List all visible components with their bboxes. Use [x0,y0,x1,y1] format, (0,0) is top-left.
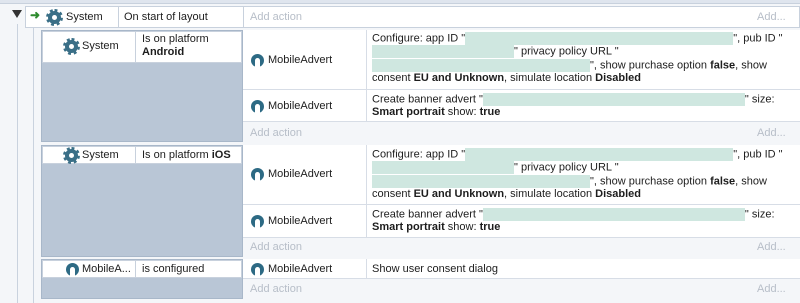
redacted-pub-id [372,45,514,59]
divider [135,146,136,164]
mobile-advert-icon [251,100,264,113]
mobile-advert-icon [66,263,79,276]
arrow-right-icon: ➜ [30,8,41,22]
redacted-privacy-url [372,58,590,72]
condition-text[interactable]: is configured [142,263,204,276]
condition-text[interactable]: Is on platform iOS [142,149,231,162]
redacted-unit-id [482,93,745,106]
mobile-advert-icon [251,215,264,228]
add-more-link[interactable]: Add... [757,127,786,139]
tree-line [33,28,34,303]
redacted-unit-id [482,208,745,221]
add-action-link[interactable]: Add action [250,11,302,23]
top-border [0,0,800,4]
action-description[interactable]: Configure: app ID " ", pub ID " " privacy… [372,148,794,201]
add-action-link[interactable]: Add action [250,127,302,139]
mobile-advert-icon [251,263,264,276]
action-description[interactable]: Create banner advert " " size: Smart port… [372,93,794,119]
add-action-link[interactable]: Add action [250,241,302,253]
condition-object[interactable]: System [82,40,119,53]
gear-icon [46,9,63,26]
tree-line [17,24,18,303]
mobile-advert-icon [251,54,264,67]
gear-icon [63,147,80,164]
redacted-app-id [465,32,734,45]
root-condition-object[interactable]: System [66,11,103,24]
divider [243,6,244,28]
condition-object[interactable]: MobileA... [82,263,131,276]
add-more-link[interactable]: Add... [757,11,786,23]
divider [135,260,136,278]
gear-icon [63,38,80,55]
action-object[interactable]: MobileAdvert [268,54,332,67]
divider [118,6,119,28]
divider [135,31,136,63]
root-condition-text[interactable]: On start of layout [124,11,208,24]
redacted-app-id [465,148,734,161]
redacted-privacy-url [372,174,590,188]
mobile-advert-icon [251,168,264,181]
add-more-link[interactable]: Add... [757,241,786,253]
action-object[interactable]: MobileAdvert [268,263,332,276]
add-action-link[interactable]: Add action [250,283,302,295]
condition-value: Android [142,46,185,58]
redacted-pub-id [372,161,514,175]
action-object[interactable]: MobileAdvert [268,100,332,113]
action-description[interactable]: Create banner advert " " size: Smart port… [372,208,794,234]
add-more-link[interactable]: Add... [757,283,786,295]
action-object[interactable]: MobileAdvert [268,168,332,181]
condition-text[interactable]: Is on platform [142,33,209,46]
condition-object[interactable]: System [82,149,119,162]
collapse-toggle-icon[interactable] [12,10,22,18]
action-description[interactable]: Show user consent dialog [372,263,498,276]
action-object[interactable]: MobileAdvert [268,215,332,228]
action-description[interactable]: Configure: app ID " ", pub ID " " privacy… [372,32,794,85]
